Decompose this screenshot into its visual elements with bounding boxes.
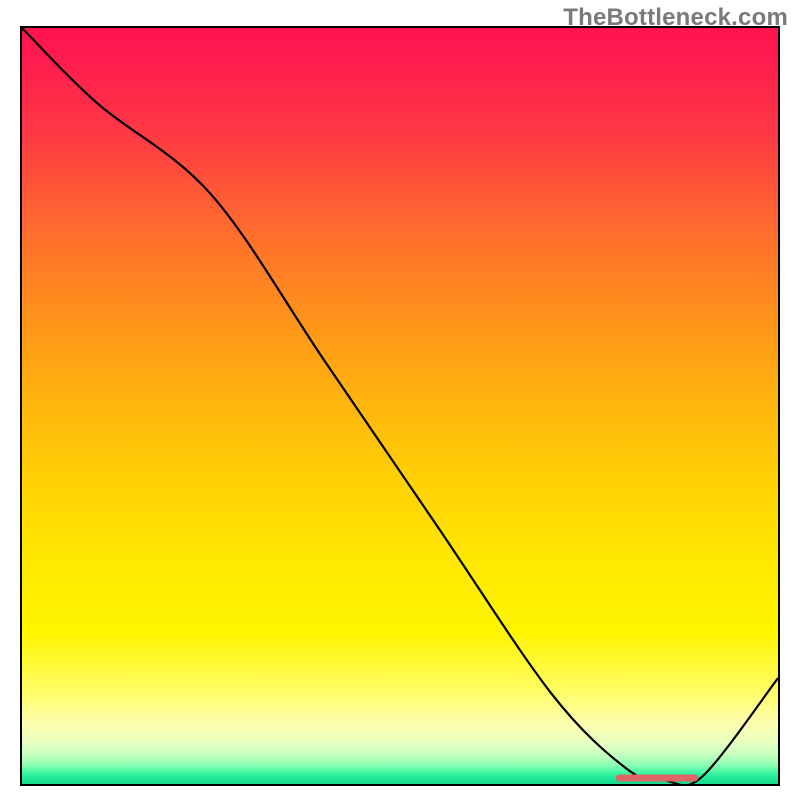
bottleneck-curve-line <box>22 28 778 784</box>
chart-svg <box>22 28 778 784</box>
chart-plot-area <box>22 28 778 784</box>
watermark-text: TheBottleneck.com <box>563 4 788 32</box>
